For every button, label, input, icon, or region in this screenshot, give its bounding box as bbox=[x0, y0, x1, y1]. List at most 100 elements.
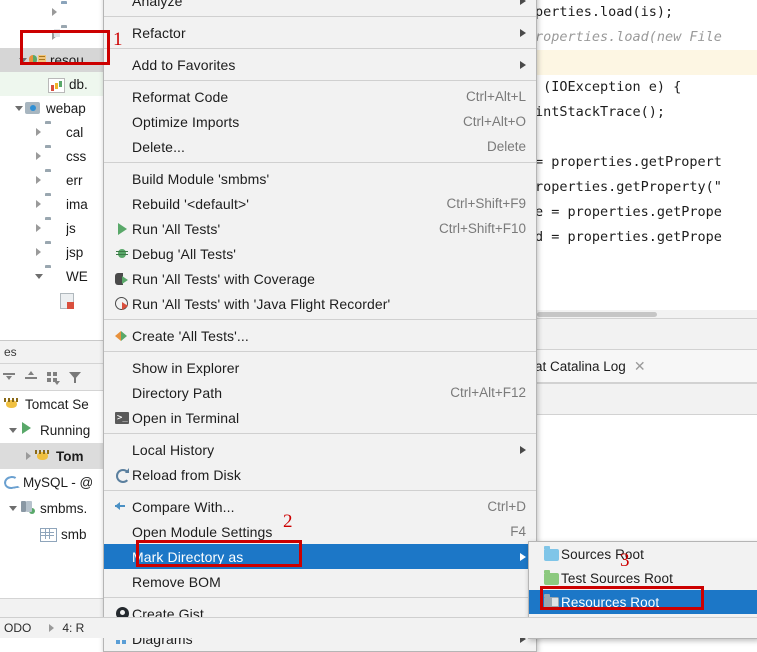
menu-separator bbox=[104, 48, 536, 49]
tree-item-label: cal bbox=[66, 124, 84, 140]
project-tree-panel[interactable]: resou db. webap cal css err ima js jsp W… bbox=[0, 0, 110, 340]
chevron-down-icon[interactable] bbox=[6, 418, 19, 442]
tree-item-web-inf[interactable]: WE bbox=[0, 264, 110, 288]
menu-item-remove-bom[interactable]: Remove BOM bbox=[104, 569, 536, 594]
collapse-all-icon[interactable] bbox=[24, 370, 39, 385]
menu-item-compare-with[interactable]: Compare With... Ctrl+D bbox=[104, 494, 536, 519]
chevron-right-icon[interactable] bbox=[32, 120, 45, 144]
group-by-icon[interactable] bbox=[46, 370, 61, 385]
jfr-icon bbox=[112, 297, 132, 310]
tree-item-calendar[interactable]: cal bbox=[0, 120, 110, 144]
tree-item-xml-file[interactable] bbox=[0, 288, 110, 312]
menu-item-build-module[interactable]: Build Module 'smbms' bbox=[104, 166, 536, 191]
services-tab-row[interactable]: es bbox=[0, 341, 110, 364]
tree-item-images[interactable]: ima bbox=[0, 192, 110, 216]
tree-row[interactable] bbox=[0, 24, 110, 48]
tree-item-js[interactable]: js bbox=[0, 216, 110, 240]
service-item-tomcat-instance[interactable]: Tom bbox=[0, 443, 110, 469]
chevron-down-icon[interactable] bbox=[12, 96, 25, 120]
menu-item-reload-from-disk[interactable]: Reload from Disk bbox=[104, 462, 536, 487]
context-menu[interactable]: Analyze Refactor Add to Favorites Reform… bbox=[103, 0, 537, 652]
menu-item-delete[interactable]: Delete... Delete bbox=[104, 134, 536, 159]
chevron-right-icon[interactable] bbox=[22, 444, 35, 468]
tool-window-secondary-toolbar[interactable] bbox=[533, 383, 757, 415]
menu-item-refactor[interactable]: Refactor bbox=[104, 20, 536, 45]
menu-accelerator: F4 bbox=[510, 524, 526, 539]
tree-item-resources[interactable]: resou bbox=[0, 48, 110, 72]
service-item-label: smbms. bbox=[40, 500, 88, 516]
services-tab-label[interactable]: es bbox=[4, 345, 17, 359]
service-item-tomcat-server[interactable]: Tomcat Se bbox=[0, 391, 110, 417]
service-item-smbms-schema[interactable]: smbms. bbox=[0, 495, 110, 521]
menu-item-run-all-tests[interactable]: Run 'All Tests' Ctrl+Shift+F10 bbox=[104, 216, 536, 241]
menu-item-mark-directory-as[interactable]: Mark Directory as bbox=[104, 544, 536, 569]
menu-item-directory-path[interactable]: Directory Path Ctrl+Alt+F12 bbox=[104, 380, 536, 405]
menu-item-local-history[interactable]: Local History bbox=[104, 437, 536, 462]
services-toolbar[interactable] bbox=[0, 364, 110, 391]
status-run[interactable]: 4: R bbox=[45, 618, 84, 638]
close-icon[interactable]: ✕ bbox=[634, 358, 646, 375]
db-properties-icon bbox=[48, 76, 66, 93]
chevron-down-icon[interactable] bbox=[6, 496, 19, 520]
tomcat-icon bbox=[4, 396, 22, 412]
tool-window-tab-row[interactable]: at Catalina Log ✕ bbox=[533, 350, 757, 383]
menu-item-create-all-tests[interactable]: Create 'All Tests'... bbox=[104, 323, 536, 348]
filter-icon[interactable] bbox=[68, 370, 83, 385]
chevron-down-icon[interactable] bbox=[32, 264, 45, 288]
menu-item-debug-all-tests[interactable]: Debug 'All Tests' bbox=[104, 241, 536, 266]
menu-item-analyze[interactable]: Analyze bbox=[104, 0, 536, 13]
tree-row[interactable] bbox=[0, 0, 110, 24]
tree-item-webapp[interactable]: webap bbox=[0, 96, 110, 120]
menu-item-optimize-imports[interactable]: Optimize Imports Ctrl+Alt+O bbox=[104, 109, 536, 134]
editor-horizontal-scrollbar[interactable] bbox=[533, 310, 757, 318]
tree-item-db-properties[interactable]: db. bbox=[0, 72, 110, 96]
code-editor[interactable]: perties.load(is); roperties.load(new Fil… bbox=[533, 0, 757, 318]
tree-item-label: jsp bbox=[66, 244, 84, 260]
menu-item-run-with-coverage[interactable]: Run 'All Tests' with Coverage bbox=[104, 266, 536, 291]
tree-item-error[interactable]: err bbox=[0, 168, 110, 192]
chevron-right-icon[interactable] bbox=[32, 216, 45, 240]
services-panel[interactable]: es Tomcat Se Running Tom MySQL - @ smbms… bbox=[0, 340, 110, 639]
menu-item-reformat-code[interactable]: Reformat Code Ctrl+Alt+L bbox=[104, 84, 536, 109]
submenu-item-sources-root[interactable]: Sources Root bbox=[529, 542, 757, 566]
status-bar[interactable]: ODO 4: R bbox=[0, 617, 757, 638]
service-item-running[interactable]: Running bbox=[0, 417, 110, 443]
service-item-mysql[interactable]: MySQL - @ bbox=[0, 469, 110, 495]
menu-accelerator: Ctrl+Alt+F12 bbox=[450, 385, 526, 400]
run-icon bbox=[112, 222, 132, 235]
menu-accelerator: Ctrl+Alt+L bbox=[465, 89, 526, 104]
menu-item-rebuild[interactable]: Rebuild '<default>' Ctrl+Shift+F9 bbox=[104, 191, 536, 216]
chevron-right-icon[interactable] bbox=[32, 144, 45, 168]
chevron-right-icon[interactable] bbox=[48, 0, 61, 24]
chevron-right-icon[interactable] bbox=[32, 192, 45, 216]
menu-item-open-module-settings[interactable]: Open Module Settings F4 bbox=[104, 519, 536, 544]
tab-catalina-log[interactable]: at Catalina Log bbox=[535, 359, 626, 374]
folder-icon bbox=[45, 244, 63, 260]
annotation-number-3: 3 bbox=[620, 550, 630, 571]
menu-accelerator: Ctrl+D bbox=[487, 499, 526, 514]
tree-item-css[interactable]: css bbox=[0, 144, 110, 168]
code-line: e = properties.getPrope bbox=[535, 204, 722, 220]
tool-window-toolbar[interactable] bbox=[533, 318, 757, 350]
status-todo[interactable]: ODO bbox=[4, 621, 31, 635]
code-line: roperties.getProperty(" bbox=[535, 179, 722, 195]
submenu-item-test-sources-root[interactable]: Test Sources Root bbox=[529, 566, 757, 590]
chevron-down-icon[interactable] bbox=[16, 48, 29, 72]
service-item-smbms-table[interactable]: smb bbox=[0, 521, 110, 547]
menu-item-open-in-terminal[interactable]: >_ Open in Terminal bbox=[104, 405, 536, 430]
menu-item-run-with-jfr[interactable]: Run 'All Tests' with 'Java Flight Record… bbox=[104, 291, 536, 316]
service-item-label: Tom bbox=[56, 448, 84, 464]
expand-all-icon[interactable] bbox=[2, 370, 17, 385]
table-icon bbox=[40, 526, 58, 542]
code-line bbox=[533, 50, 757, 75]
menu-item-show-in-explorer[interactable]: Show in Explorer bbox=[104, 355, 536, 380]
menu-item-add-to-favorites[interactable]: Add to Favorites bbox=[104, 52, 536, 77]
menu-separator bbox=[104, 490, 536, 491]
chevron-right-icon[interactable] bbox=[32, 240, 45, 264]
chevron-right-icon[interactable] bbox=[32, 168, 45, 192]
tree-item-jsp[interactable]: jsp bbox=[0, 240, 110, 264]
service-item-label: Tomcat Se bbox=[25, 396, 89, 412]
submenu-item-resources-root[interactable]: Resources Root bbox=[529, 590, 757, 614]
folder-icon bbox=[45, 172, 63, 188]
